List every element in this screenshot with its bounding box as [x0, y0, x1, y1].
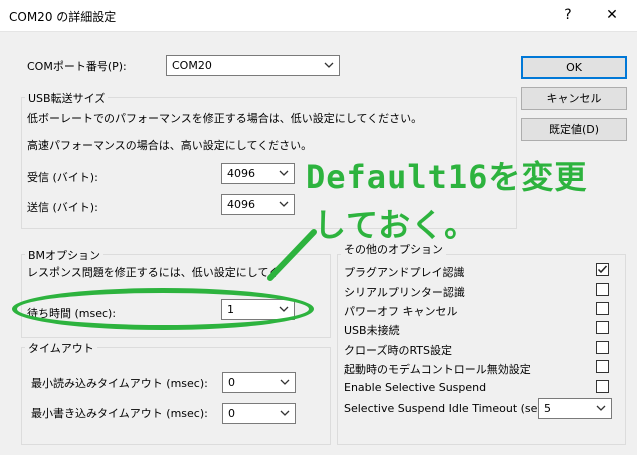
annotation-pointer-line	[267, 229, 317, 281]
ok-button[interactable]: OK	[521, 56, 627, 79]
chevron-down-icon	[280, 379, 290, 385]
checkmark-icon	[597, 265, 608, 274]
chevron-down-icon	[596, 405, 606, 411]
write-timeout-label: 最小書き込みタイムアウト (msec):	[31, 407, 208, 420]
com-port-label: COMポート番号(P):	[27, 60, 127, 73]
window-title: COM20 の詳細設定	[9, 10, 117, 24]
timeout-group	[21, 347, 331, 445]
read-timeout-select[interactable]: 0	[222, 372, 296, 393]
close-button[interactable]: ✕	[590, 0, 634, 31]
help-button[interactable]: ?	[546, 0, 590, 31]
com-port-value: COM20	[172, 59, 212, 72]
usb-desc-high: 高速パフォーマンスの場合は、高い設定にしてください。	[27, 139, 313, 152]
send-size-select[interactable]: 4096	[221, 194, 295, 215]
write-timeout-select[interactable]: 0	[222, 403, 296, 424]
annotation-text-line1: Default16を変更	[306, 158, 588, 196]
read-timeout-label: 最小読み込みタイムアウト (msec):	[31, 377, 208, 390]
option-checkbox-pnp[interactable]	[596, 263, 609, 276]
option-label-modem-ctrl: 起動時のモデムコントロール無効設定	[344, 363, 531, 376]
receive-label: 受信 (バイト):	[27, 171, 98, 184]
annotation-text-line2: しておく。	[314, 206, 478, 244]
chevron-down-icon	[279, 201, 289, 207]
option-checkbox-power-off[interactable]	[596, 302, 609, 315]
send-size-value: 4096	[227, 198, 255, 211]
read-timeout-value: 0	[228, 376, 235, 389]
cancel-button[interactable]: キャンセル	[521, 87, 627, 110]
receive-size-value: 4096	[227, 167, 255, 180]
option-label-usb-disconnect: USB未接続	[344, 324, 400, 337]
chevron-down-icon	[279, 170, 289, 176]
annotation-ellipse	[12, 288, 314, 330]
write-timeout-value: 0	[228, 407, 235, 420]
option-checkbox-modem-ctrl[interactable]	[596, 360, 609, 373]
bm-options-legend: BMオプション	[25, 247, 104, 263]
timeout-legend: タイムアウト	[25, 340, 97, 356]
suspend-timeout-select[interactable]: 5	[538, 398, 612, 419]
option-label-selective-suspend: Enable Selective Suspend	[344, 381, 487, 394]
option-label-rts-on-close: クローズ時のRTS設定	[344, 344, 452, 357]
usb-desc-low: 低ボーレートでのパフォーマンスを修正する場合は、低い設定にしてください。	[27, 112, 423, 125]
suspend-timeout-label: Selective Suspend Idle Timeout (secs):	[344, 402, 558, 415]
defaults-button[interactable]: 既定値(D)	[521, 118, 627, 141]
suspend-timeout-value: 5	[544, 402, 551, 415]
chevron-down-icon	[280, 410, 290, 416]
option-label-serial-printer: シリアルプリンター認識	[344, 286, 465, 299]
option-checkbox-serial-printer[interactable]	[596, 283, 609, 296]
option-label-pnp: プラグアンドプレイ認識	[344, 266, 465, 279]
option-label-power-off: パワーオフ キャンセル	[344, 305, 458, 318]
option-checkbox-usb-disconnect[interactable]	[596, 321, 609, 334]
title-bar: COM20 の詳細設定 ? ✕	[0, 0, 637, 32]
send-label: 送信 (バイト):	[27, 201, 98, 214]
option-checkbox-selective-suspend[interactable]	[596, 380, 609, 393]
usb-transfer-legend: USB転送サイズ	[25, 90, 109, 106]
chevron-down-icon	[324, 62, 334, 68]
option-checkbox-rts-on-close[interactable]	[596, 341, 609, 354]
com-port-select[interactable]: COM20	[166, 55, 340, 76]
receive-size-select[interactable]: 4096	[221, 163, 295, 184]
bm-desc: レスポンス問題を修正するには、低い設定にしてくださ	[27, 266, 276, 279]
